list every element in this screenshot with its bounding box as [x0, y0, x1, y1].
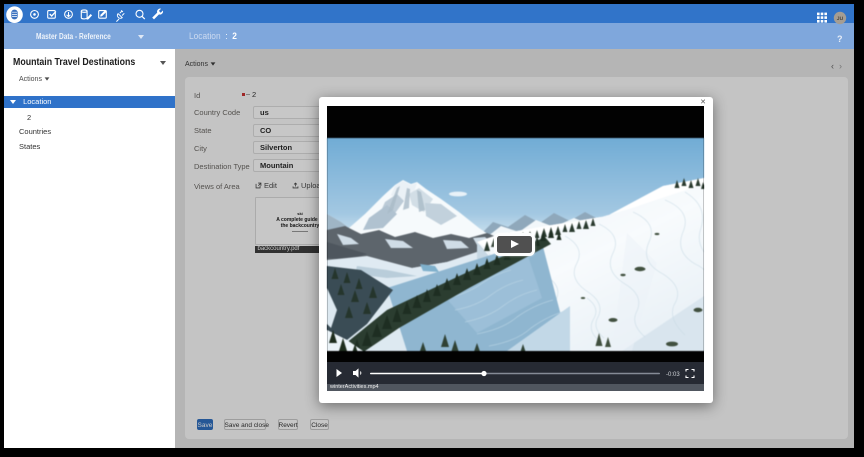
- svg-text:JU: JU: [837, 16, 844, 22]
- svg-text:-0:03: -0:03: [666, 372, 680, 378]
